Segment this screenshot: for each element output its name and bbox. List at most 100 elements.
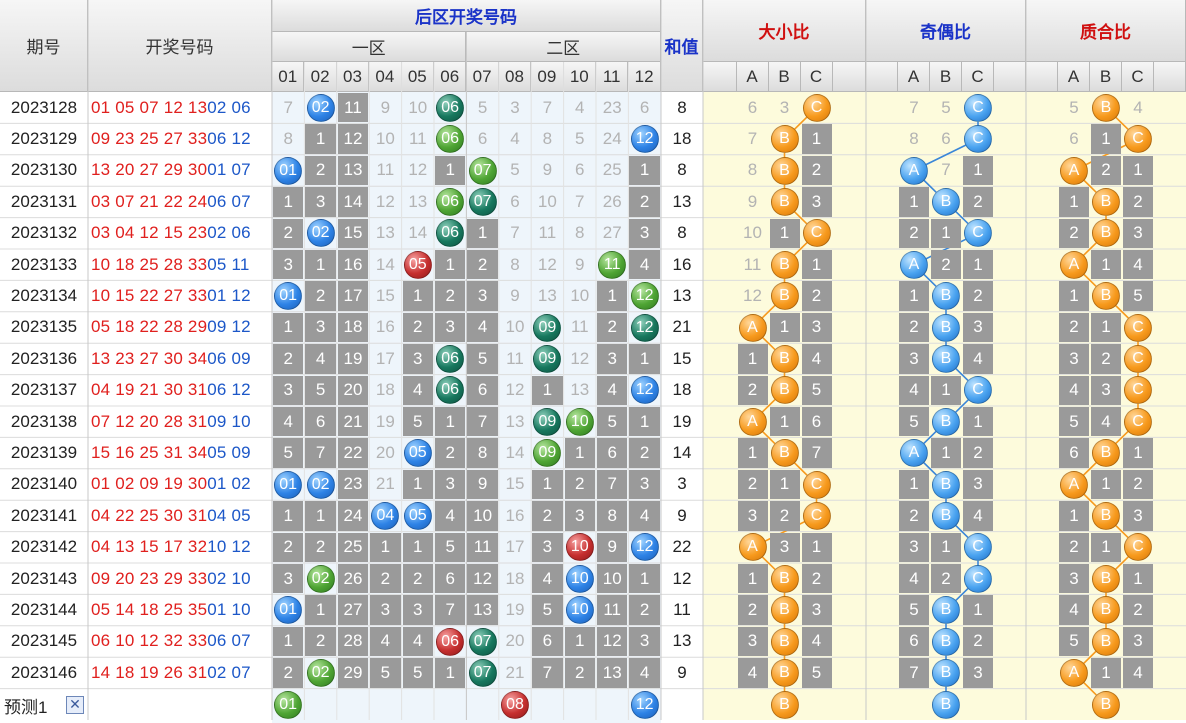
back-numbers: 01 10 (207, 600, 251, 620)
miss-count: 12 (570, 348, 590, 368)
streak-cell: 7 (899, 658, 929, 688)
streak-cell: 2 (532, 501, 563, 531)
streak-cell: 2 (402, 312, 433, 343)
streak-cell: 1 (629, 407, 660, 437)
streak-cell: 3 (1123, 218, 1153, 248)
streak-cell: 7 (305, 438, 336, 468)
issue-number: 2023142 (10, 537, 78, 557)
streak-cell: 4 (402, 375, 433, 405)
header-draw: 开奖号码 (88, 0, 272, 92)
back-ball-02: 02 (306, 219, 335, 248)
oe-abc-1: B (930, 62, 962, 92)
streak-cell: 3 (629, 218, 660, 248)
streak-cell: 6 (597, 438, 628, 468)
streak-cell: 2 (737, 469, 768, 500)
miss-count: 9 (542, 160, 553, 180)
streak-cell: 2 (629, 187, 660, 217)
streak-cell: 4 (963, 344, 993, 374)
streak-cell: 24 (337, 501, 369, 531)
size-abc-1: B (768, 62, 801, 92)
pc-ball-C: C (1124, 407, 1152, 436)
miss-count: 7 (941, 160, 951, 180)
sum-value: 9 (677, 662, 687, 682)
streak-cell: 13 (467, 595, 498, 625)
front-numbers: 03 07 21 22 24 (91, 191, 208, 211)
miss-count: 6 (510, 191, 520, 211)
sum-value: 13 (672, 631, 692, 651)
streak-cell: 2 (305, 532, 336, 562)
back-ball-06: 06 (436, 344, 465, 373)
streak-cell: 1 (1059, 281, 1089, 311)
streak-cell: 2 (305, 626, 336, 657)
streak-cell: 2 (1091, 155, 1121, 186)
draw-numbers: 06 10 12 32 33 06 07 (88, 626, 272, 657)
streak-cell: 2 (273, 658, 304, 688)
miss-count: 10 (375, 129, 395, 149)
streak-cell: 2 (899, 218, 929, 248)
back-ball-10: 10 (565, 407, 594, 436)
streak-cell: 4 (1123, 658, 1153, 688)
streak-cell: 1 (1059, 501, 1089, 531)
sum-value: 8 (677, 97, 687, 117)
miss-count: 10 (743, 223, 762, 243)
back-numbers: 02 06 (207, 223, 251, 243)
close-icon[interactable]: ✕ (66, 695, 84, 714)
size-predict-ball-B: B (770, 690, 799, 719)
pc-ball-B: B (1092, 596, 1120, 625)
header-num-9: 09 (531, 62, 564, 92)
issue-number: 2023146 (10, 662, 78, 682)
streak-cell: 4 (629, 250, 660, 280)
oe-ball-B: B (932, 627, 960, 656)
miss-count: 3 (779, 97, 790, 117)
streak-cell: 1 (435, 155, 466, 186)
streak-cell: 14 (337, 187, 369, 217)
streak-cell: 1 (899, 187, 929, 217)
miss-count: 18 (375, 380, 395, 400)
front-numbers: 10 18 25 28 33 (91, 254, 208, 274)
oe-ball-B: B (932, 407, 960, 436)
back-ball-09: 09 (533, 407, 562, 436)
streak-cell: 16 (337, 250, 369, 280)
back-ball-01: 01 (274, 156, 303, 185)
streak-cell: 5 (899, 595, 929, 625)
streak-cell: 8 (597, 501, 628, 531)
size-pad-right (832, 62, 866, 92)
miss-count: 20 (505, 631, 525, 651)
issue-number: 2023132 (10, 223, 78, 243)
back-numbers: 01 02 (207, 474, 251, 494)
miss-count: 10 (408, 97, 428, 117)
miss-count: 6 (1069, 129, 1079, 149)
streak-cell: 7 (467, 407, 498, 437)
header-num-1: 01 (272, 62, 305, 92)
streak-cell: 29 (337, 658, 369, 688)
streak-cell: 11 (597, 595, 628, 625)
streak-cell: 3 (963, 469, 993, 500)
miss-count: 10 (537, 191, 557, 211)
pc-pad-right (1154, 62, 1186, 92)
streak-cell: 22 (337, 438, 369, 468)
pc-ball-C: C (1124, 313, 1152, 342)
miss-count: 5 (1069, 97, 1079, 117)
streak-cell: 1 (467, 218, 498, 248)
streak-cell: 12 (597, 626, 628, 657)
pc-ball-B: B (1092, 564, 1120, 593)
back-numbers: 05 09 (207, 443, 251, 463)
draw-numbers: 09 23 25 27 33 06 12 (88, 123, 272, 154)
streak-cell: 1 (1059, 187, 1089, 217)
draw-numbers: 14 18 19 26 31 02 07 (88, 657, 272, 688)
sum-value: 18 (672, 129, 692, 149)
streak-cell: 3 (963, 658, 993, 688)
size-ball-B: B (770, 250, 799, 279)
streak-cell: 11 (467, 532, 498, 562)
streak-cell: 1 (305, 124, 336, 154)
streak-cell: 1 (1091, 658, 1121, 688)
oe-ball-C: C (964, 93, 992, 122)
streak-cell: 3 (402, 595, 433, 625)
size-ball-B: B (770, 156, 799, 185)
streak-cell: 4 (435, 501, 466, 531)
streak-cell: 1 (273, 187, 304, 217)
back-ball-12: 12 (630, 125, 659, 154)
streak-cell: 2 (435, 281, 466, 311)
sum-value: 12 (672, 568, 692, 588)
streak-cell: 7 (801, 438, 832, 468)
